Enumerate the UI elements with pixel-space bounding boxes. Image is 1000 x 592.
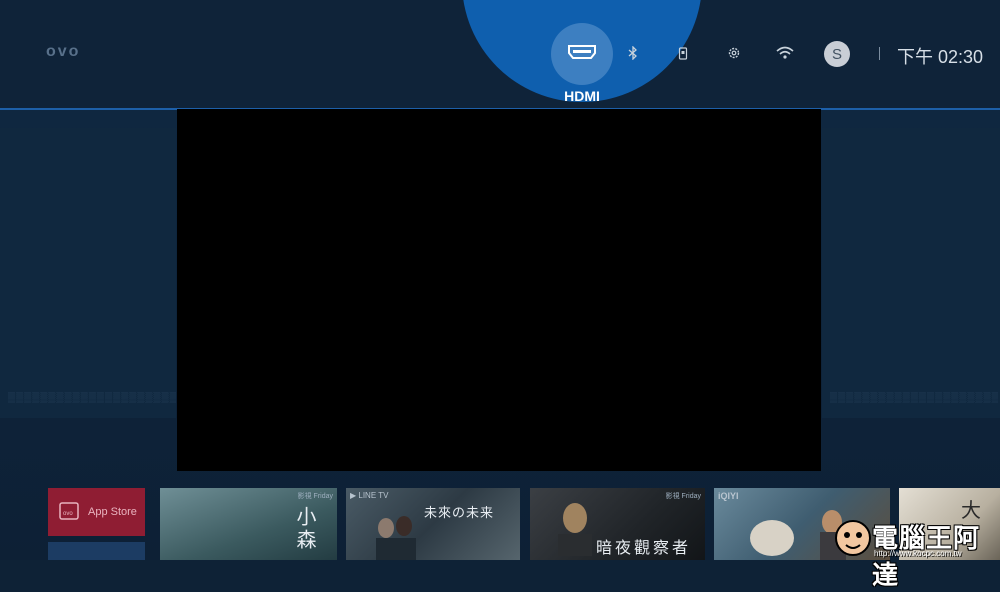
user-avatar[interactable]: S — [824, 41, 850, 67]
mascot-icon — [835, 520, 871, 556]
content-tile-friday-2[interactable]: 影視 Friday 暗夜觀察者 — [530, 488, 705, 560]
app-store-tile[interactable]: ovo App Store — [48, 488, 145, 536]
bluetooth-icon[interactable] — [620, 40, 646, 66]
status-divider — [879, 47, 880, 60]
settings-icon[interactable] — [721, 40, 747, 66]
tile-title: 未來の未来 — [424, 505, 495, 520]
tile-tag: 影視 Friday — [297, 493, 333, 500]
hdmi-preview-window[interactable] — [177, 109, 821, 471]
content-tile-linetv[interactable]: ▶ LINE TV 未來の未来 — [346, 488, 520, 560]
clock: 下午 02:30 — [897, 47, 984, 67]
app-store-label: App Store — [88, 506, 137, 518]
iqiyi-logo: iQIYI — [718, 491, 739, 501]
top-status-bar: ovo HDMI S 下午 02:30 — [0, 0, 1000, 110]
faint-background-text-right: ▒▒▒▒▒▒▒▒▒▒▒▒▒▒▒▒▒▒▒▒▒▒▒▒ — [830, 392, 998, 403]
hdmi-input-button[interactable] — [551, 23, 613, 85]
hdmi-label: HDMI — [564, 88, 600, 104]
app-tile-secondary[interactable] — [48, 542, 145, 560]
watermark-url: http://www.kocpc.com.tw — [874, 549, 962, 558]
hdmi-icon — [567, 44, 597, 64]
wifi-icon[interactable] — [772, 40, 798, 66]
svg-text:ovo: ovo — [63, 511, 73, 517]
dim-panel-left — [0, 128, 176, 418]
content-tile-friday-1[interactable]: 影視 Friday 小森 — [160, 488, 337, 560]
tile-title: 小森 — [293, 506, 315, 552]
ovo-logo: ovo — [46, 43, 81, 60]
watermark: 電腦王阿達 http://www.kocpc.com.tw — [832, 516, 998, 590]
tile-title: 暗夜觀察者 — [596, 540, 692, 557]
shopping-bag-icon: ovo — [58, 500, 80, 525]
tile-tag: 影視 Friday — [665, 493, 701, 500]
dim-panel-right — [822, 128, 1000, 418]
linetv-logo: ▶ LINE TV — [350, 491, 389, 500]
faint-background-text: ▒▒▒▒▒▒▒▒▒▒▒▒▒▒▒▒▒▒▒▒▒▒▒▒ — [8, 392, 176, 403]
usb-storage-icon[interactable] — [670, 40, 696, 66]
